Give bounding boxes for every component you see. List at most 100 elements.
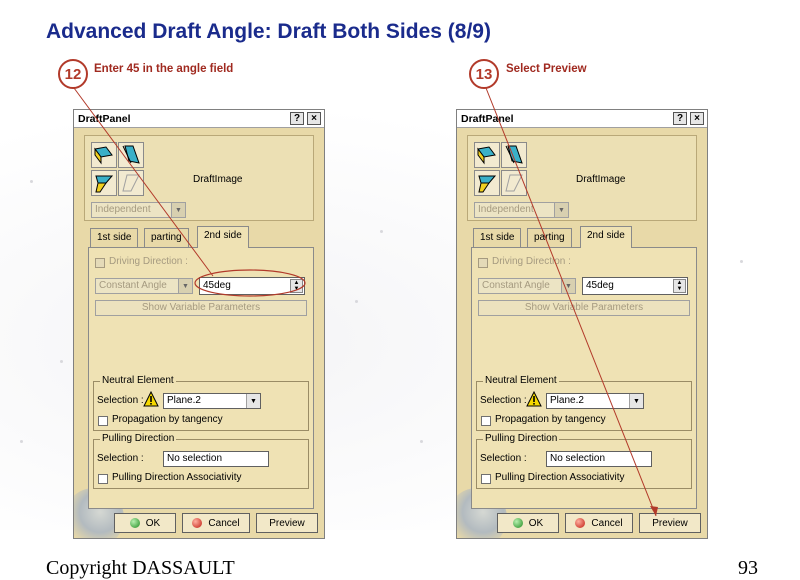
chevron-down-icon: ▼: [561, 279, 575, 293]
angle-type-value: Constant Angle: [99, 280, 167, 291]
pulling-associativity-checkbox[interactable]: [98, 474, 108, 484]
neutral-element-group: Neutral Element Selection : Plane.2 ▼ Pr…: [93, 375, 309, 431]
tab-1st-side[interactable]: 1st side: [90, 228, 139, 247]
dialog-title: DraftPanel: [461, 113, 514, 125]
angle-type-combo[interactable]: Constant Angle ▼: [478, 278, 576, 294]
tab-2nd-side[interactable]: 2nd side: [197, 226, 249, 248]
neutral-element-title: Neutral Element: [483, 375, 559, 386]
draft-mode-icon[interactable]: [91, 142, 117, 168]
angle-input-value: 45deg: [203, 280, 231, 291]
neutral-element-title: Neutral Element: [100, 375, 176, 386]
draft-variable-icon[interactable]: [501, 170, 527, 196]
pulling-direction-group: Pulling Direction Selection : No selecti…: [476, 433, 692, 489]
ok-label: OK: [528, 517, 544, 529]
draft-variable-icon[interactable]: [118, 170, 144, 196]
neutral-selection-label: Selection :: [480, 395, 527, 406]
driving-direction-checkbox[interactable]: [478, 258, 488, 268]
star-decoration: [20, 440, 23, 443]
propagation-checkbox[interactable]: [98, 416, 108, 426]
ok-green-icon: [129, 518, 140, 528]
page-number: 93: [738, 557, 758, 579]
neutral-selection-value: Plane.2: [550, 395, 584, 406]
draft-panel-dialog-right: DraftPanel ? × DraftImage Independent ▼ …: [456, 109, 708, 539]
pulling-direction-title: Pulling Direction: [483, 433, 560, 444]
pulling-selection-label: Selection :: [480, 453, 527, 464]
cancel-button[interactable]: Cancel: [565, 513, 633, 533]
tab-panel: Driving Direction : Constant Angle ▼ 45d…: [88, 247, 314, 509]
step-instruction-13: Select Preview: [506, 63, 587, 75]
mode-combo[interactable]: Independent ▼: [91, 202, 186, 218]
show-variable-parameters-button[interactable]: Show Variable Parameters: [478, 300, 690, 316]
ok-button[interactable]: OK: [497, 513, 559, 533]
chevron-down-icon: ▼: [246, 394, 260, 408]
ok-label: OK: [145, 517, 161, 529]
step-number-12: 12: [58, 59, 88, 89]
star-decoration: [60, 360, 63, 363]
neutral-selection-combo[interactable]: Plane.2 ▼: [546, 393, 644, 409]
draft-image-panel: DraftImage Independent ▼: [84, 135, 314, 221]
driving-direction-label: Driving Direction :: [109, 256, 188, 267]
tab-parting[interactable]: parting: [144, 228, 189, 247]
propagation-label: Propagation by tangency: [112, 414, 223, 425]
copyright-footer: Copyright DASSAULT: [46, 557, 235, 579]
draft-reflect-shape-icon: [505, 145, 523, 164]
pulling-direction-group: Pulling Direction Selection : No selecti…: [93, 433, 309, 489]
driving-direction-checkbox[interactable]: [95, 258, 105, 268]
draft-variable-shape-icon: [505, 174, 523, 192]
draft-reflect-icon[interactable]: [501, 142, 527, 168]
help-button[interactable]: ?: [290, 112, 304, 125]
tab-1st-side[interactable]: 1st side: [473, 228, 522, 247]
help-button[interactable]: ?: [673, 112, 687, 125]
mode-combo-value: Independent: [95, 204, 151, 215]
show-variable-parameters-button[interactable]: Show Variable Parameters: [95, 300, 307, 316]
pulling-associativity-checkbox[interactable]: [481, 474, 491, 484]
draft-panel-dialog-left: DraftPanel ? × DraftImage Independent ▼ …: [73, 109, 325, 539]
neutral-element-group: Neutral Element Selection : Plane.2 ▼ Pr…: [476, 375, 692, 431]
draft-image-label: DraftImage: [193, 174, 243, 185]
draft-variable-shape-icon: [122, 174, 140, 192]
pulling-selection-field[interactable]: No selection: [163, 451, 269, 467]
star-decoration: [420, 440, 423, 443]
step-instruction-12: Enter 45 in the angle field: [94, 63, 234, 75]
chevron-down-icon: ▼: [629, 394, 643, 408]
neutral-selection-label: Selection :: [97, 395, 144, 406]
spinner-arrows-icon[interactable]: ▲ ▼: [290, 279, 303, 293]
angle-input-value: 45deg: [586, 280, 614, 291]
preview-button[interactable]: Preview: [639, 513, 701, 533]
star-decoration: [30, 180, 33, 183]
draft-face-icon: [477, 146, 496, 165]
cancel-label: Cancel: [208, 517, 240, 529]
angle-input[interactable]: 45deg ▲ ▼: [582, 277, 688, 295]
tab-parting[interactable]: parting: [527, 228, 572, 247]
preview-button[interactable]: Preview: [256, 513, 318, 533]
mode-combo[interactable]: Independent ▼: [474, 202, 569, 218]
mode-combo-value: Independent: [478, 204, 534, 215]
cancel-button[interactable]: Cancel: [182, 513, 250, 533]
warning-icon: [526, 391, 542, 407]
cancel-red-icon: [575, 518, 586, 528]
propagation-label: Propagation by tangency: [495, 414, 606, 425]
ok-button[interactable]: OK: [114, 513, 176, 533]
slide-title: Advanced Draft Angle: Draft Both Sides (…: [46, 20, 491, 43]
propagation-checkbox[interactable]: [481, 416, 491, 426]
tab-2nd-side[interactable]: 2nd side: [580, 226, 632, 248]
pulling-associativity-label: Pulling Direction Associativity: [112, 472, 242, 483]
draft-parting-icon[interactable]: [91, 170, 117, 196]
neutral-selection-combo[interactable]: Plane.2 ▼: [163, 393, 261, 409]
spinner-arrows-icon[interactable]: ▲ ▼: [673, 279, 686, 293]
pulling-selection-field[interactable]: No selection: [546, 451, 652, 467]
draft-face-icon: [94, 146, 113, 165]
draft-reflect-icon[interactable]: [118, 142, 144, 168]
draft-mode-icon[interactable]: [474, 142, 500, 168]
angle-type-value: Constant Angle: [482, 280, 550, 291]
chevron-down-icon: ▼: [554, 203, 568, 217]
pulling-associativity-label: Pulling Direction Associativity: [495, 472, 625, 483]
driving-direction-label: Driving Direction :: [492, 256, 571, 267]
cancel-red-icon: [192, 518, 203, 528]
angle-type-combo[interactable]: Constant Angle ▼: [95, 278, 193, 294]
close-button[interactable]: ×: [690, 112, 704, 125]
angle-input[interactable]: 45deg ▲ ▼: [199, 277, 305, 295]
close-button[interactable]: ×: [307, 112, 321, 125]
star-decoration: [355, 300, 358, 303]
draft-parting-icon[interactable]: [474, 170, 500, 196]
